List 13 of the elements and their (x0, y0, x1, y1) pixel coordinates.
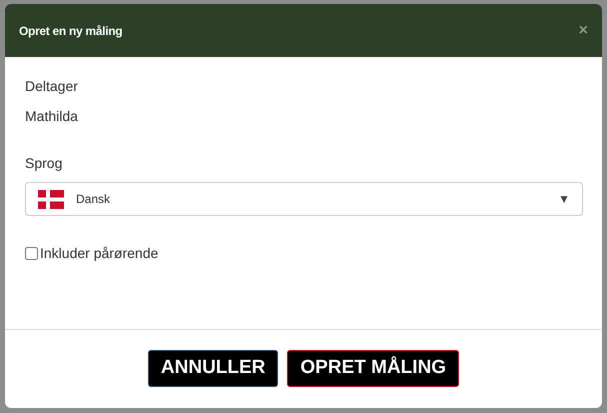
flag-icon (38, 190, 64, 208)
dropdown-arrow: ▼ (558, 191, 570, 208)
dialog-title: Opret en ny måling (19, 22, 122, 40)
participant-name: Mathilda (25, 107, 79, 126)
field-label: Sprog (25, 154, 64, 173)
field-label: Deltager (25, 77, 79, 96)
language-select[interactable]: Dansk ▼ (25, 182, 583, 216)
close-button[interactable]: × (578, 22, 588, 38)
checkbox[interactable] (25, 247, 38, 260)
cancel-button[interactable]: ANNULLER (148, 350, 278, 386)
checkbox-label: Inkluder pårørende (40, 244, 158, 263)
select-value: Dansk (76, 191, 112, 208)
create-button[interactable]: OPRET MÅLING (287, 350, 460, 386)
